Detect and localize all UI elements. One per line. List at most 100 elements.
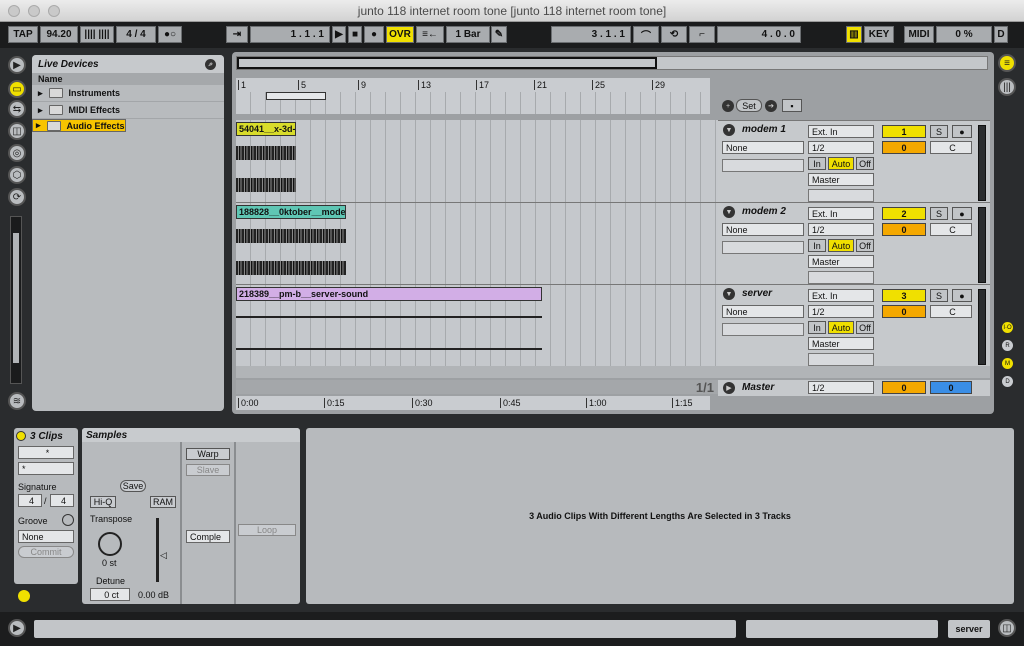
fold-icon[interactable]: ▪ [782, 99, 802, 112]
punch-out-icon[interactable]: ⌐ [689, 26, 715, 43]
arm-button[interactable]: ● [952, 207, 972, 220]
beat-time-ruler[interactable]: 1 5 9 13 17 21 25 29 [236, 78, 710, 114]
input-type-select[interactable]: Ext. In [808, 207, 874, 220]
track-activator[interactable]: 3 [882, 289, 926, 302]
nudge-buttons[interactable]: |||| |||| [80, 26, 114, 43]
browser-column-header[interactable]: Name [32, 73, 224, 85]
previous-locator-icon[interactable]: + [722, 100, 734, 112]
overdub-button[interactable]: OVR [386, 26, 414, 43]
metronome-button[interactable]: ●○ [158, 26, 182, 43]
effects-select[interactable]: None [722, 305, 804, 318]
loop-length-field[interactable]: 4 . 0 . 0 [717, 26, 801, 43]
master-channel-select[interactable]: 1/2 [808, 381, 874, 394]
loop-button[interactable]: Loop [238, 524, 296, 536]
clip-header[interactable]: 218389__pm-b__server-sound [236, 287, 542, 301]
browser-item-instruments[interactable]: ▸ Instruments [32, 85, 224, 102]
returns-toggle-icon[interactable]: R [1002, 340, 1013, 351]
tap-tempo-button[interactable]: TAP [8, 26, 38, 43]
track-header-modem-1[interactable]: ▼ modem 1 None Ext. In 1/2 In Auto Off M… [718, 120, 990, 202]
input-channel-select[interactable]: 1/2 [808, 223, 874, 236]
clip-header[interactable]: 54041__x-3d- [236, 122, 296, 136]
draw-mode-icon[interactable]: ✎ [491, 26, 507, 43]
clips-icon[interactable]: ◫ [8, 122, 26, 140]
midi-map-button[interactable]: MIDI [904, 26, 934, 43]
monitor-auto-button[interactable]: Auto [828, 321, 854, 334]
commit-button[interactable]: Commit [18, 546, 74, 558]
master-volume[interactable]: 0 [882, 381, 926, 394]
arrangement-overview[interactable] [236, 56, 988, 70]
stop-button[interactable]: ■ [348, 26, 362, 43]
ram-button[interactable]: RAM [150, 496, 176, 508]
volume-field[interactable]: 0 [882, 223, 926, 236]
delay-toggle-icon[interactable]: D [1002, 376, 1013, 387]
track-name[interactable]: server [742, 288, 772, 299]
browser-item-audio-effects[interactable]: ▸ Audio Effects [32, 119, 126, 132]
monitor-off-button[interactable]: Off [856, 157, 874, 170]
track-name[interactable]: modem 1 [742, 124, 786, 135]
effects-select[interactable]: None [722, 141, 804, 154]
pan-field[interactable]: C [930, 223, 972, 236]
clip-waveform[interactable] [236, 178, 296, 192]
show-detail-icon[interactable]: ▶ [8, 619, 26, 637]
browser-item-midi-effects[interactable]: ▸ MIDI Effects [32, 102, 224, 119]
monitor-off-button[interactable]: Off [856, 321, 874, 334]
follow-icon[interactable]: ⇥ [226, 26, 248, 43]
selected-track-indicator[interactable]: server [948, 620, 990, 638]
clip-waveform[interactable] [236, 146, 296, 160]
pan-field[interactable]: C [930, 305, 972, 318]
samples-icon[interactable]: ◎ [8, 144, 26, 162]
effects-select[interactable]: None [722, 223, 804, 236]
live-devices-icon[interactable]: ▭ [8, 80, 26, 98]
packs-icon[interactable]: ⬡ [8, 166, 26, 184]
track-activator[interactable]: 1 [882, 125, 926, 138]
clip-color-select[interactable]: * [18, 462, 74, 475]
master-pan[interactable]: 0 [930, 381, 972, 394]
overview-selection[interactable] [237, 57, 657, 69]
volume-field[interactable]: 0 [882, 305, 926, 318]
plugin-devices-icon[interactable]: ⇆ [8, 100, 26, 118]
groove-select[interactable]: None [18, 530, 74, 543]
sync-icon[interactable]: ⟳ [8, 188, 26, 206]
clip-activator-icon[interactable] [16, 431, 26, 441]
clip-waveform[interactable] [236, 229, 346, 243]
track-lane[interactable]: 54041__x-3d- [236, 120, 718, 202]
time-ruler[interactable]: 0:00 0:15 0:30 0:45 1:00 1:15 [236, 396, 710, 410]
output-select[interactable]: Master [808, 255, 874, 268]
arrangement-view-icon[interactable]: ||| [998, 78, 1016, 96]
hiq-button[interactable]: Hi-Q [90, 496, 116, 508]
warp-button[interactable]: Warp [186, 448, 230, 460]
signature-denominator[interactable]: 4 [50, 494, 74, 507]
arm-button[interactable]: ● [952, 289, 972, 302]
mixer-toggle-icon[interactable]: M [1002, 358, 1013, 369]
browser-scrollbar[interactable] [10, 216, 22, 384]
quantize-menu[interactable]: 1 Bar [446, 26, 490, 43]
fold-track-icon[interactable]: ▼ [723, 288, 735, 300]
hot-swap-icon[interactable]: ≋ [8, 392, 26, 410]
fold-track-icon[interactable]: ▼ [723, 124, 735, 136]
loop-start-field[interactable]: 3 . 1 . 1 [551, 26, 631, 43]
detail-toggle-icon[interactable] [18, 590, 30, 602]
search-icon[interactable]: ⌕ [205, 59, 216, 70]
field-blank[interactable] [808, 353, 874, 366]
monitor-auto-button[interactable]: Auto [828, 239, 854, 252]
field-blank[interactable] [722, 241, 804, 254]
drop-area[interactable] [236, 366, 990, 378]
clip-header[interactable]: 188828__0ktober__mode [236, 205, 346, 219]
monitor-in-button[interactable]: In [808, 321, 826, 334]
track-header-modem-2[interactable]: ▼ modem 2 None Ext. In 1/2 In Auto Off M… [718, 202, 990, 284]
clip-waveform[interactable] [236, 348, 542, 350]
warp-mode-select[interactable]: Comple [186, 530, 230, 543]
input-channel-select[interactable]: 1/2 [808, 141, 874, 154]
pan-field[interactable]: C [930, 141, 972, 154]
expand-master-icon[interactable]: ▶ [723, 382, 735, 394]
slave-button[interactable]: Slave [186, 464, 230, 476]
save-button[interactable]: Save [120, 480, 146, 492]
volume-field[interactable]: 0 [882, 141, 926, 154]
monitor-in-button[interactable]: In [808, 157, 826, 170]
track-lane[interactable]: 188828__0ktober__mode [236, 202, 718, 285]
monitor-off-button[interactable]: Off [856, 239, 874, 252]
automation-icon[interactable]: ≡← [416, 26, 444, 43]
punch-in-icon[interactable]: ⌒ [633, 26, 659, 43]
record-button[interactable]: ● [364, 26, 384, 43]
scrollbar-thumb[interactable] [13, 233, 19, 363]
